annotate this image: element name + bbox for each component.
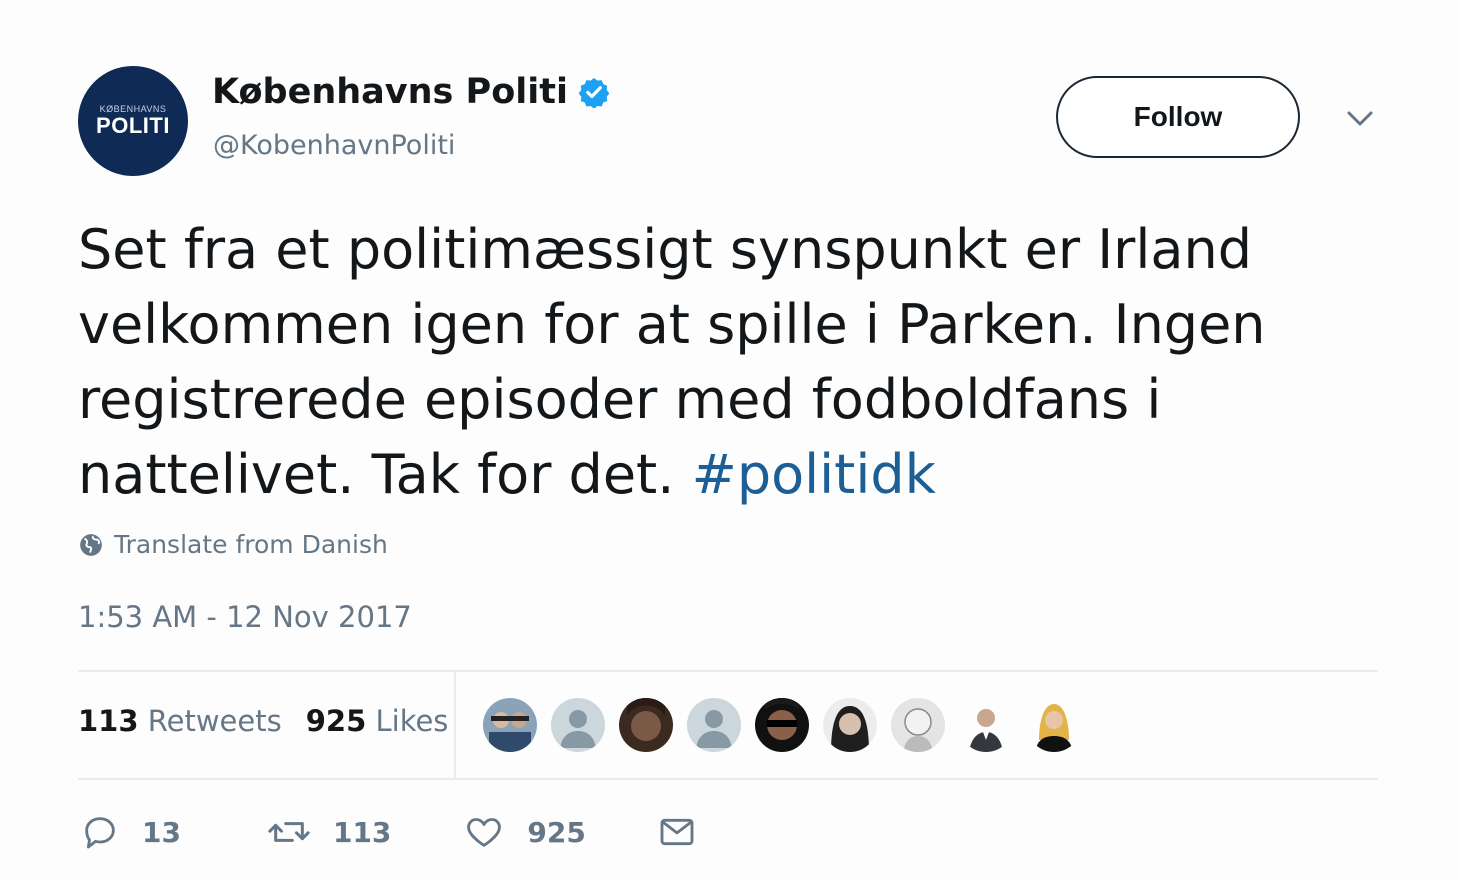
like-count: 925 <box>527 815 586 849</box>
liker-avatar[interactable] <box>891 698 945 752</box>
liker-avatars <box>483 698 1095 752</box>
retweets-count: 113 <box>78 704 139 738</box>
direct-message-button[interactable] <box>656 812 698 852</box>
divider-top <box>78 670 1378 672</box>
author-avatar[interactable]: KØBENHAVNS POLITI <box>78 66 188 176</box>
envelope-icon <box>660 818 694 846</box>
tweet-line-2: velkommen igen for at spille i Parken. I… <box>78 293 1266 356</box>
action-bar: 13 113 925 <box>80 812 698 852</box>
liker-avatar[interactable] <box>687 698 741 752</box>
retweet-count: 113 <box>332 815 392 849</box>
likes-label: Likes <box>375 704 449 738</box>
reply-button[interactable]: 13 <box>80 812 181 852</box>
reply-count: 13 <box>142 815 181 849</box>
follow-button[interactable]: Follow <box>1056 76 1300 158</box>
tweet-stats: 113 Retweets 925 Likes <box>78 704 448 738</box>
retweets-label: Retweets <box>147 704 282 738</box>
likes-stat[interactable]: 925 Likes <box>306 704 449 738</box>
divider-bottom <box>78 778 1378 780</box>
liker-avatar[interactable] <box>755 698 809 752</box>
retweet-icon <box>268 822 310 842</box>
like-button[interactable]: 925 <box>463 812 586 852</box>
author-name[interactable]: Københavns Politi <box>212 72 568 112</box>
translate-link[interactable]: Translate from Danish <box>78 530 388 559</box>
stats-vertical-divider <box>454 672 456 778</box>
liker-avatar[interactable] <box>823 698 877 752</box>
tweet-line-1: Set fra et politimæssigt synspunkt er Ir… <box>78 218 1252 281</box>
liker-avatar[interactable] <box>619 698 673 752</box>
globe-icon <box>80 533 102 556</box>
translate-label: Translate from Danish <box>114 530 388 559</box>
hashtag-link[interactable]: #politidk <box>692 443 936 506</box>
liker-avatar[interactable] <box>551 698 605 752</box>
tweet-timestamp[interactable]: 1:53 AM - 12 Nov 2017 <box>78 600 412 634</box>
avatar-big-text: POLITI <box>96 112 170 138</box>
retweets-stat[interactable]: 113 Retweets <box>78 704 282 738</box>
verified-badge-icon <box>578 78 610 108</box>
liker-avatar[interactable] <box>483 698 537 752</box>
likes-count: 925 <box>305 704 367 738</box>
tweet-line-3: registrerede episoder med fodboldfans i <box>78 368 1162 431</box>
liker-avatar[interactable] <box>959 698 1013 752</box>
author-name-row[interactable]: Københavns Politi <box>212 72 610 112</box>
retweet-button[interactable]: 113 <box>267 812 391 852</box>
tweet-text: Set fra et politimæssigt synspunkt er Ir… <box>78 212 1378 512</box>
chevron-down-icon[interactable] <box>1344 106 1376 130</box>
tweet-line-4-text: nattelivet. Tak for det. <box>78 443 692 506</box>
reply-icon <box>85 817 115 849</box>
liker-avatar[interactable] <box>1027 698 1081 752</box>
tweet-line-4: nattelivet. Tak for det. #politidk <box>78 437 1378 512</box>
heart-icon <box>467 818 502 847</box>
author-handle[interactable]: @KobenhavnPoliti <box>213 130 455 161</box>
